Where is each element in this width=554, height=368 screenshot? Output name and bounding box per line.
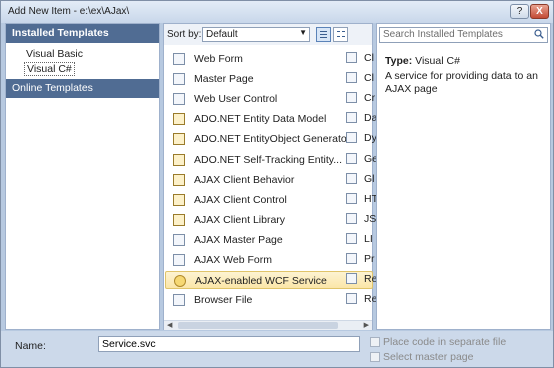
window-title: Add New Item - e:\ex\AJax\ — [8, 6, 130, 17]
template-item-label: Pr — [364, 253, 375, 265]
js-file-icon — [173, 193, 185, 206]
preprocessed-icon — [346, 253, 357, 264]
sort-dropdown[interactable]: Default ▼ — [202, 27, 310, 42]
html-icon — [346, 192, 357, 204]
list-view-button[interactable] — [316, 27, 331, 42]
title-bar: Add New Item - e:\ex\AJax\ ? X — [1, 1, 553, 23]
global-icon — [346, 172, 357, 184]
crystal-icon — [346, 92, 357, 104]
template-item-label: AJAX Web Form — [194, 254, 272, 266]
template-item-label: Gl — [364, 172, 375, 185]
add-new-item-dialog: Add New Item - e:\ex\AJax\ ? X Installed… — [0, 0, 554, 368]
template-item-label: Cl — [364, 52, 374, 64]
name-label: Name: — [15, 340, 46, 352]
linq-icon — [346, 232, 357, 244]
template-item[interactable]: Da — [340, 109, 377, 127]
template-list-second-column: Cl Cl Cr Da Dy Ge Gl HT JS LI Pr Re Re — [340, 23, 378, 305]
entity-icon — [173, 113, 185, 126]
template-item[interactable]: Gl — [340, 170, 375, 188]
file-icon — [173, 294, 185, 307]
template-item-label: Dy — [364, 132, 377, 145]
type-label: Type: — [385, 55, 413, 67]
template-item[interactable]: Re — [340, 290, 377, 308]
template-item[interactable]: HT — [340, 190, 378, 208]
page-icon — [173, 53, 185, 65]
horizontal-scrollbar[interactable]: ◀ ▶ — [164, 320, 372, 330]
scroll-thumb[interactable] — [178, 322, 338, 329]
bottom-panel: Name: Place code in separate file Select… — [1, 331, 553, 367]
name-field[interactable] — [98, 336, 360, 352]
search-input[interactable]: Search Installed Templates — [379, 27, 548, 43]
generic-handler-icon — [346, 152, 357, 164]
template-item-label: Web User Control — [194, 93, 278, 106]
template-item[interactable]: Ge — [340, 150, 378, 168]
report-icon — [346, 273, 357, 285]
template-item-label: Cr — [364, 92, 376, 105]
js-file-icon — [346, 212, 357, 224]
dynamic-data-icon — [346, 132, 357, 144]
type-line: Type: Visual C# — [385, 55, 460, 67]
search-placeholder: Search Installed Templates — [383, 29, 503, 40]
template-item-label: Web Form — [194, 53, 243, 65]
template-item[interactable]: Cl — [340, 49, 374, 67]
help-button[interactable]: ? — [510, 4, 529, 19]
type-value: Visual C# — [415, 55, 460, 67]
sort-label: Sort by: — [167, 29, 202, 40]
template-item-label: AJAX Client Control — [194, 193, 287, 206]
template-details-pane: Search Installed Templates Type: Visual … — [376, 23, 551, 330]
online-templates-header[interactable]: Online Templates — [6, 79, 159, 98]
template-item-label: LI — [364, 232, 373, 245]
class-diagram-icon — [346, 72, 357, 84]
master-page-icon — [173, 233, 185, 246]
dataset-icon — [346, 112, 357, 124]
entity-icon — [173, 133, 185, 146]
category-visual-csharp[interactable]: Visual C# — [24, 62, 75, 76]
template-item-label: AJAX Client Library — [194, 213, 286, 226]
close-button[interactable]: X — [530, 4, 549, 19]
installed-templates-header[interactable]: Installed Templates — [6, 24, 159, 43]
category-visual-basic[interactable]: Visual Basic — [26, 48, 83, 60]
template-item[interactable]: Dy — [340, 129, 377, 147]
template-item[interactable]: JS — [340, 210, 377, 228]
user-control-icon — [173, 93, 185, 106]
separate-file-label: Place code in separate file — [383, 336, 507, 348]
resource-icon — [346, 293, 357, 305]
template-item[interactable]: Cl — [340, 69, 374, 87]
template-item-label: ADO.NET Self-Tracking Entity... — [194, 153, 343, 166]
chevron-down-icon: ▼ — [299, 28, 307, 37]
template-item[interactable]: Cr — [340, 89, 376, 107]
template-item-label: Browser File — [194, 294, 253, 307]
service-icon — [174, 275, 186, 288]
class-icon — [346, 52, 357, 63]
template-item-label: Cl — [364, 72, 374, 85]
scroll-left-icon[interactable]: ◀ — [167, 321, 172, 329]
template-description: A service for providing data to an AJAX … — [385, 70, 538, 95]
template-item-label: ADO.NET EntityObject Generator — [194, 133, 351, 146]
sort-value: Default — [206, 29, 238, 40]
template-item-label: JS — [364, 212, 377, 225]
template-item-label: AJAX-enabled WCF Service — [195, 275, 327, 288]
master-page-label: Select master page — [383, 351, 474, 363]
search-icon[interactable] — [534, 29, 544, 39]
entity-icon — [173, 153, 185, 166]
template-item-label: AJAX Master Page — [194, 233, 283, 246]
template-item-label: Master Page — [194, 73, 254, 86]
js-file-icon — [173, 173, 185, 186]
template-item[interactable]: Re — [340, 270, 377, 288]
page-icon — [173, 254, 185, 266]
template-item-label: ADO.NET Entity Data Model — [194, 113, 327, 126]
scroll-right-icon[interactable]: ▶ — [364, 321, 369, 329]
separate-file-checkbox[interactable] — [370, 337, 380, 347]
master-page-icon — [173, 73, 185, 86]
template-item[interactable]: Pr — [340, 250, 375, 268]
template-categories-pane: Installed Templates Visual Basic Visual … — [5, 23, 160, 330]
master-page-checkbox[interactable] — [370, 352, 380, 362]
template-item[interactable]: LI — [340, 230, 374, 248]
template-item-label: AJAX Client Behavior — [194, 173, 295, 186]
js-file-icon — [173, 213, 185, 226]
